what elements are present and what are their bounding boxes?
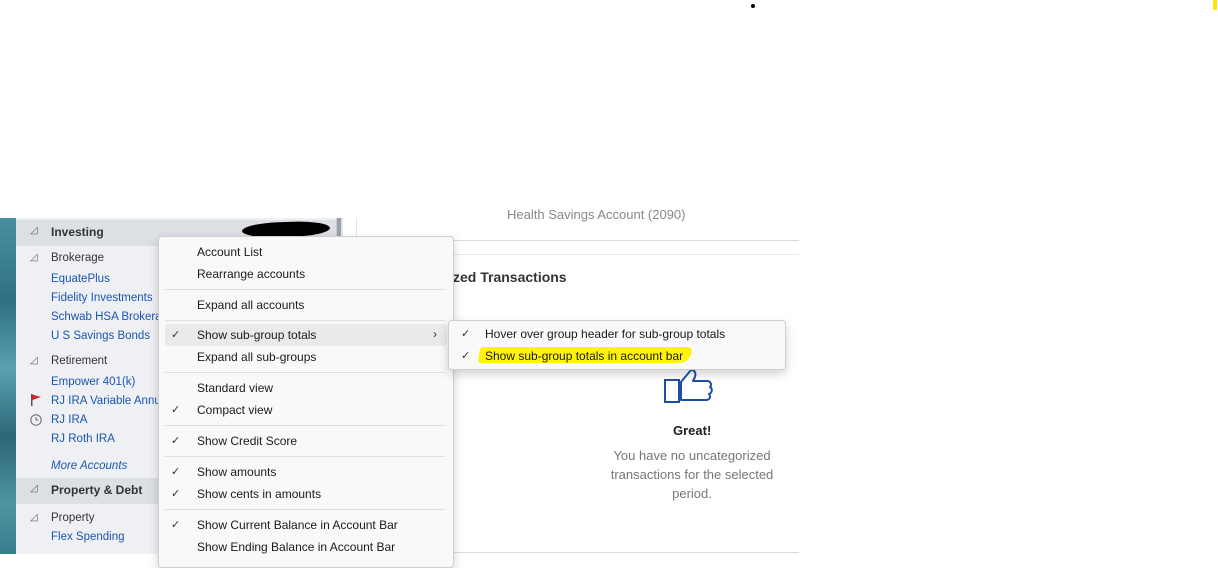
chevron-right-icon: › bbox=[433, 327, 437, 341]
check-icon: ✓ bbox=[171, 488, 181, 500]
menu-item-show-current-balance[interactable]: ✓ Show Current Balance in Account Bar bbox=[165, 514, 447, 536]
menu-separator bbox=[165, 425, 445, 426]
account-link[interactable]: U S Savings Bonds bbox=[51, 330, 150, 342]
account-link[interactable]: Flex Spending bbox=[51, 531, 125, 543]
menu-item-label: Show sub-group totals bbox=[197, 328, 317, 342]
stray-dot bbox=[751, 4, 755, 8]
menu-item-label: Account List bbox=[197, 245, 263, 259]
account-link[interactable]: Empower 401(k) bbox=[51, 376, 135, 388]
account-link[interactable]: EquatePlus bbox=[51, 273, 110, 285]
submenu-item-label: Show sub-group totals in account bar bbox=[485, 349, 684, 363]
menu-item-label: Standard view bbox=[197, 381, 274, 395]
submenu-item-hover-totals[interactable]: ✓ Hover over group header for sub-group … bbox=[453, 323, 779, 345]
menu-item-show-amounts[interactable]: ✓ Show amounts bbox=[165, 461, 447, 483]
flag-icon bbox=[31, 394, 41, 406]
menu-item-account-list[interactable]: Account List bbox=[165, 241, 447, 263]
menu-item-expand-all-sub-groups[interactable]: Expand all sub-groups bbox=[165, 346, 447, 368]
menu-item-label: Show cents in amounts bbox=[197, 487, 322, 501]
menu-item-label: Expand all sub-groups bbox=[197, 350, 317, 364]
account-link[interactable]: RJ IRA Variable Annu bbox=[51, 395, 161, 407]
submenu-item-totals-in-account-bar[interactable]: ✓ Show sub-group totals in account bar bbox=[453, 345, 779, 367]
empty-state-message: You have no uncategorized transactions f… bbox=[610, 448, 774, 501]
group-label: Investing bbox=[51, 225, 104, 239]
menu-item-standard-view[interactable]: Standard view bbox=[165, 377, 447, 399]
collapse-triangle-icon[interactable]: ◿ bbox=[30, 225, 38, 236]
cut-off-account-name: Health Savings Account (2090) bbox=[507, 207, 686, 222]
menu-item-expand-all-accounts[interactable]: Expand all accounts bbox=[165, 294, 447, 316]
account-link[interactable]: RJ IRA bbox=[51, 414, 87, 426]
sub-group-totals-submenu: ✓ Hover over group header for sub-group … bbox=[448, 320, 786, 370]
menu-separator bbox=[165, 289, 445, 290]
success-heading: Great! bbox=[673, 423, 712, 438]
more-accounts-link[interactable]: More Accounts bbox=[51, 460, 127, 472]
clock-icon bbox=[30, 414, 42, 426]
context-menu: Account List Rearrange accounts Expand a… bbox=[158, 236, 454, 568]
menu-separator bbox=[165, 456, 445, 457]
menu-item-label: Show Current Balance in Account Bar bbox=[197, 518, 398, 532]
collapse-triangle-icon[interactable]: ◿ bbox=[30, 483, 38, 494]
check-icon: ✓ bbox=[171, 519, 181, 531]
menu-item-label: Compact view bbox=[197, 403, 273, 417]
collapse-triangle-icon[interactable]: ◿ bbox=[30, 252, 38, 263]
desktop-background-strip bbox=[0, 218, 16, 554]
group-label: Property & Debt bbox=[51, 483, 143, 497]
menu-item-label: Expand all accounts bbox=[197, 298, 305, 312]
subgroup-label: Property bbox=[51, 512, 95, 524]
menu-item-label: Show Ending Balance in Account Bar bbox=[197, 540, 396, 554]
menu-item-label: Rearrange accounts bbox=[197, 267, 306, 281]
stray-highlight-mark bbox=[1213, 0, 1217, 10]
sidebar-scroll-thumb[interactable] bbox=[337, 218, 341, 238]
menu-item-show-sub-group-totals[interactable]: ✓ Show sub-group totals › bbox=[165, 324, 447, 346]
menu-item-compact-view[interactable]: ✓ Compact view bbox=[165, 399, 447, 421]
check-icon: ✓ bbox=[171, 466, 181, 478]
menu-item-show-ending-balance[interactable]: Show Ending Balance in Account Bar bbox=[165, 536, 447, 558]
thumbs-up-icon bbox=[664, 369, 713, 403]
menu-item-show-cents[interactable]: ✓ Show cents in amounts bbox=[165, 483, 447, 505]
menu-item-rearrange-accounts[interactable]: Rearrange accounts bbox=[165, 263, 447, 285]
collapse-triangle-icon[interactable]: ◿ bbox=[30, 512, 38, 523]
account-link[interactable]: Fidelity Investments bbox=[51, 292, 153, 304]
subgroup-label: Retirement bbox=[51, 355, 108, 367]
menu-separator bbox=[165, 372, 445, 373]
submenu-item-label: Hover over group header for sub-group to… bbox=[485, 327, 726, 341]
check-icon: ✓ bbox=[461, 350, 471, 362]
check-icon: ✓ bbox=[461, 328, 471, 340]
check-icon: ✓ bbox=[171, 435, 181, 447]
account-link[interactable]: RJ Roth IRA bbox=[51, 433, 115, 445]
check-icon: ✓ bbox=[171, 404, 181, 416]
section-title: zed Transactions bbox=[453, 269, 567, 285]
menu-item-show-credit-score[interactable]: ✓ Show Credit Score bbox=[165, 430, 447, 452]
menu-separator bbox=[165, 509, 445, 510]
check-icon: ✓ bbox=[171, 329, 181, 341]
collapse-triangle-icon[interactable]: ◿ bbox=[30, 355, 38, 366]
menu-separator bbox=[165, 320, 445, 321]
account-link[interactable]: Schwab HSA Brokera bbox=[51, 311, 162, 323]
subgroup-label: Brokerage bbox=[51, 252, 105, 264]
menu-item-label: Show amounts bbox=[197, 465, 277, 479]
menu-item-label: Show Credit Score bbox=[197, 434, 298, 448]
